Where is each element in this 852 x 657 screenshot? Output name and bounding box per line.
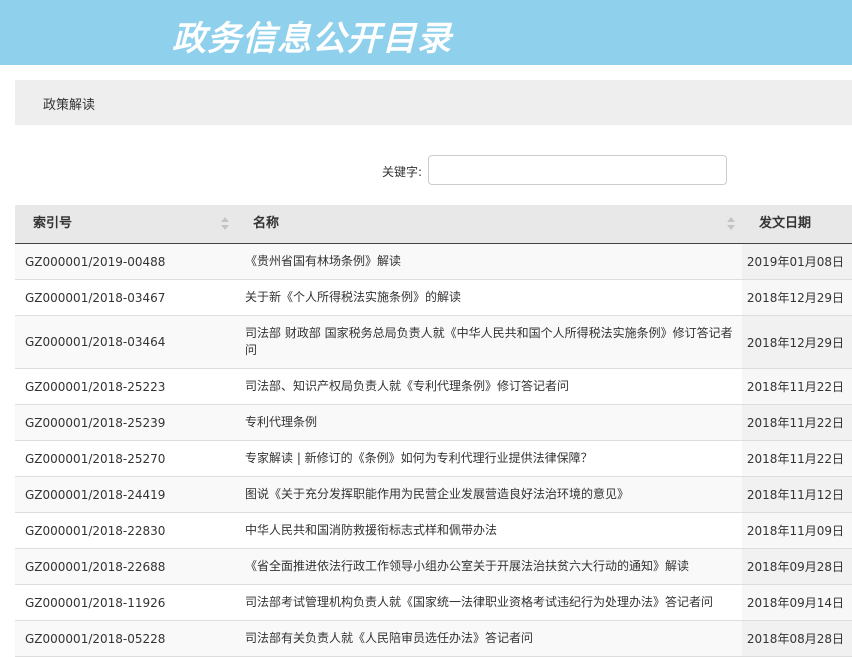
row-document-link[interactable]: 专家解读 | 新修订的《条例》如何为专利代理行业提供法律保障？ [245,451,593,465]
row-publish-date: 2018年11月22日 [742,369,852,404]
row-document-link[interactable]: 《贵州省国有林场条例》解读 [245,254,401,268]
keyword-search-input[interactable] [428,155,727,185]
column-header-name[interactable]: 名称 [237,205,742,243]
row-document-link[interactable]: 专利代理条例 [245,415,317,429]
row-index-number: GZ000001/2018-25223 [25,379,166,394]
table-row[interactable]: GZ000001/2018-25270 专家解读 | 新修订的《条例》如何为专利… [15,441,852,477]
row-index-number: GZ000001/2018-25239 [25,415,166,430]
column-header-date[interactable]: 发文日期 [742,205,852,243]
row-index-number: GZ000001/2018-22830 [25,523,166,538]
row-publish-date: 2018年11月22日 [742,441,852,476]
row-document-link[interactable]: 《省全面推进依法行政工作领导小组办公室关于开展法治扶贫六大行动的通知》解读 [245,559,689,573]
row-index-number: GZ000001/2019-00488 [25,254,166,269]
row-index-number: GZ000001/2018-25270 [25,451,166,466]
row-document-link[interactable]: 中华人民共和国消防救援衔标志式样和佩带办法 [245,523,497,537]
row-index-number: GZ000001/2018-03467 [25,290,166,305]
row-index-number: GZ000001/2018-03464 [25,335,166,349]
table-row[interactable]: GZ000001/2018-22688 《省全面推进依法行政工作领导小组办公室关… [15,549,852,585]
row-index-number: GZ000001/2018-22688 [25,559,166,574]
breadcrumb: 政策解读 [15,80,852,125]
row-document-link[interactable]: 司法部、知识产权局负责人就《专利代理条例》修订答记者问 [245,379,569,393]
row-document-link[interactable]: 关于新《个人所得税法实施条例》的解读 [245,290,461,304]
column-header-name-label: 名称 [253,216,280,231]
row-document-link[interactable]: 图说《关于充分发挥职能作用为民营企业发展营造良好法治环境的意见》 [245,487,629,501]
table-header: 索引号 名称 发文日期 [15,205,852,244]
column-header-date-label: 发文日期 [759,216,812,231]
table-row[interactable]: GZ000001/2018-05228 司法部有关负责人就《人民陪审员选任办法》… [15,621,852,657]
row-document-link[interactable]: 司法部考试管理机构负责人就《国家统一法律职业资格考试违纪行为处理办法》答记者问 [245,595,713,609]
header-banner: 政务信息公开目录 [0,0,852,65]
table-row[interactable]: GZ000001/2018-03467 关于新《个人所得税法实施条例》的解读 2… [15,280,852,316]
row-publish-date: 2018年08月28日 [742,621,852,656]
row-publish-date: 2018年12月29日 [742,316,852,368]
row-index-number: GZ000001/2018-24419 [25,487,166,502]
table-row[interactable]: GZ000001/2018-25239 专利代理条例 2018年11月22日 [15,405,852,441]
row-index-number: GZ000001/2018-05228 [25,631,166,646]
column-header-index[interactable]: 索引号 [15,205,237,243]
sort-icon[interactable] [221,217,229,231]
row-publish-date: 2018年11月12日 [742,477,852,512]
column-header-index-label: 索引号 [33,216,73,231]
table-row[interactable]: GZ000001/2018-24419 图说《关于充分发挥职能作用为民营企业发展… [15,477,852,513]
row-publish-date: 2018年11月22日 [742,405,852,440]
row-document-link[interactable]: 司法部有关负责人就《人民陪审员选任办法》答记者问 [245,631,533,645]
row-document-link[interactable]: 司法部 财政部 国家税务总局负责人就《中华人民共和国个人所得税法实施条例》修订答… [245,326,733,357]
sort-icon[interactable] [727,217,735,231]
row-publish-date: 2018年09月28日 [742,549,852,584]
documents-table: 索引号 名称 发文日期 GZ000001/2019-00488 《贵州省国有林场… [15,205,852,657]
table-row[interactable]: GZ000001/2018-11926 司法部考试管理机构负责人就《国家统一法律… [15,585,852,621]
row-publish-date: 2018年12月29日 [742,280,852,315]
breadcrumb-item-policy-interpretation[interactable]: 政策解读 [43,94,95,113]
row-index-number: GZ000001/2018-11926 [25,595,166,610]
table-row[interactable]: GZ000001/2018-22830 中华人民共和国消防救援衔标志式样和佩带办… [15,513,852,549]
page-title: 政务信息公开目录 [172,19,452,59]
table-row[interactable]: GZ000001/2018-03464 司法部 财政部 国家税务总局负责人就《中… [15,316,852,369]
row-publish-date: 2018年11月09日 [742,513,852,548]
row-publish-date: 2019年01月08日 [742,244,852,279]
row-publish-date: 2018年09月14日 [742,585,852,620]
table-row[interactable]: GZ000001/2018-25223 司法部、知识产权局负责人就《专利代理条例… [15,369,852,405]
keyword-label: 关键字: [382,165,423,179]
table-row[interactable]: GZ000001/2019-00488 《贵州省国有林场条例》解读 2019年0… [15,244,852,280]
